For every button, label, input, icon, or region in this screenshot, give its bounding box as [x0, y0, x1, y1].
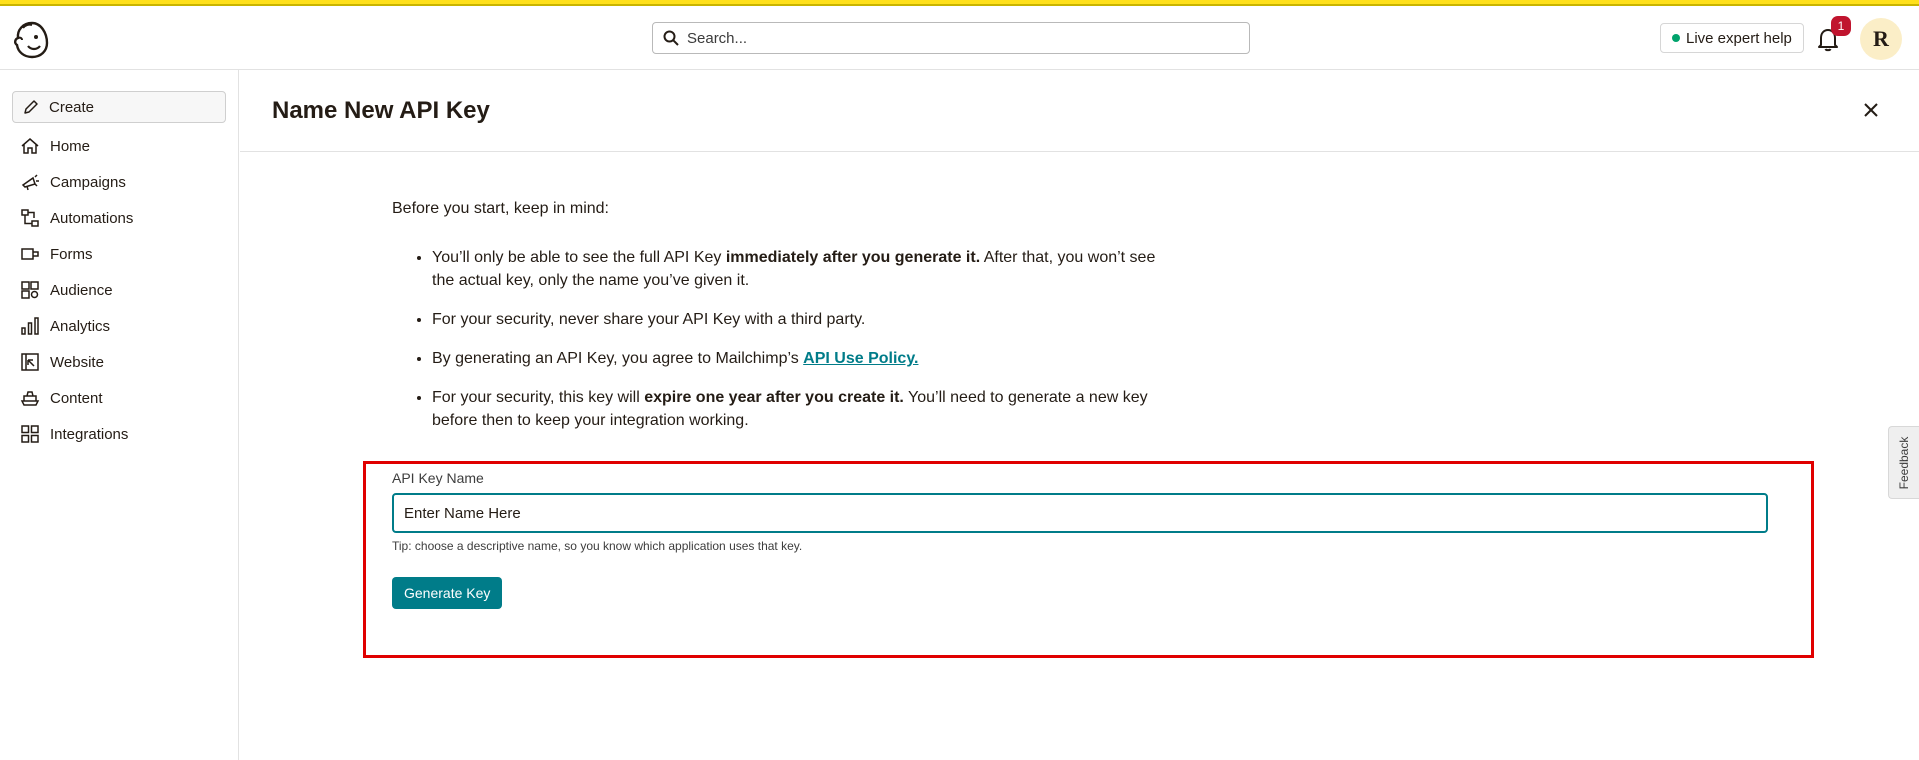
integrations-icon	[21, 425, 39, 443]
bullet-emphasis: immediately after you generate it.	[725, 249, 981, 266]
notification-count-badge: 1	[1831, 16, 1851, 36]
live-expert-help-label: Live expert help	[1686, 29, 1792, 47]
close-icon[interactable]	[1862, 101, 1880, 119]
user-avatar[interactable]: R	[1860, 18, 1902, 60]
list-item: You’ll only be able to see the full API …	[432, 246, 1162, 292]
create-button[interactable]: Create	[12, 91, 226, 123]
analytics-icon	[21, 317, 39, 335]
content-icon	[20, 391, 40, 406]
create-label: Create	[49, 98, 95, 116]
sidebar-item-home[interactable]: Home	[0, 128, 239, 164]
feedback-tab[interactable]: Feedback	[1888, 426, 1919, 499]
sidebar-item-analytics[interactable]: Analytics	[0, 308, 239, 344]
list-item: For your security, never share your API …	[432, 308, 1162, 331]
bullet-text: For your security, this key will	[432, 389, 645, 406]
automations-icon	[21, 209, 39, 227]
bullet-text: By generating an API Key, you agree to M…	[432, 350, 804, 367]
highlight-box	[363, 461, 1814, 658]
api-key-info: Before you start, keep in mind: You’ll o…	[392, 200, 1162, 448]
sidebar-item-label: Analytics	[50, 317, 111, 335]
panel-header: Name New API Key	[240, 70, 1919, 152]
home-icon	[21, 138, 39, 154]
bullet-text: You’ll only be able to see the full API …	[432, 249, 726, 266]
sidebar-item-label: Campaigns	[50, 173, 126, 191]
list-item: By generating an API Key, you agree to M…	[432, 347, 1162, 370]
online-status-dot	[1672, 34, 1680, 42]
sidebar-item-audience[interactable]: Audience	[0, 272, 239, 308]
sidebar-item-integrations[interactable]: Integrations	[0, 416, 239, 452]
sidebar-item-label: Integrations	[50, 425, 129, 443]
api-key-name-tip: Tip: choose a descriptive name, so you k…	[392, 539, 803, 553]
sidebar-item-label: Audience	[50, 281, 113, 299]
search-bar[interactable]	[652, 22, 1250, 54]
sidebar-item-content[interactable]: Content	[0, 380, 239, 416]
forms-icon	[21, 248, 39, 260]
bullet-emphasis: expire one year after you create it.	[644, 389, 904, 406]
top-bar: Live expert help 1 R	[0, 6, 1919, 70]
intro-text: Before you start, keep in mind:	[392, 200, 609, 217]
api-use-policy-link[interactable]: API Use Policy.	[803, 350, 918, 367]
api-key-name-label: API Key Name	[392, 470, 484, 486]
sidebar-item-campaigns[interactable]: Campaigns	[0, 164, 239, 200]
sidebar-item-label: Home	[50, 137, 91, 155]
api-key-name-input[interactable]	[392, 493, 1768, 533]
feedback-label: Feedback	[1897, 436, 1911, 489]
list-item: For your security, this key will expire …	[432, 386, 1162, 432]
sidebar: Create Home Campaigns Automations Forms …	[0, 70, 239, 760]
pencil-icon	[24, 100, 38, 114]
live-expert-help-button[interactable]: Live expert help	[1660, 23, 1804, 53]
website-icon	[21, 353, 39, 371]
sidebar-item-label: Forms	[50, 245, 93, 263]
sidebar-item-automations[interactable]: Automations	[0, 200, 239, 236]
sidebar-item-forms[interactable]: Forms	[0, 236, 239, 272]
page-title: Name New API Key	[272, 97, 490, 124]
sidebar-item-label: Content	[50, 389, 103, 407]
bullet-text: For your security, never share your API …	[432, 311, 866, 328]
mailchimp-logo-icon[interactable]	[12, 20, 52, 60]
generate-key-button[interactable]: Generate Key	[392, 577, 503, 609]
search-icon	[663, 30, 679, 46]
audience-icon	[21, 281, 39, 299]
search-input[interactable]	[687, 29, 1227, 47]
guidance-list: You’ll only be able to see the full API …	[392, 246, 1162, 432]
sidebar-item-label: Website	[50, 353, 104, 371]
campaigns-icon	[21, 174, 39, 191]
sidebar-item-website[interactable]: Website	[0, 344, 239, 380]
sidebar-item-label: Automations	[50, 209, 134, 227]
